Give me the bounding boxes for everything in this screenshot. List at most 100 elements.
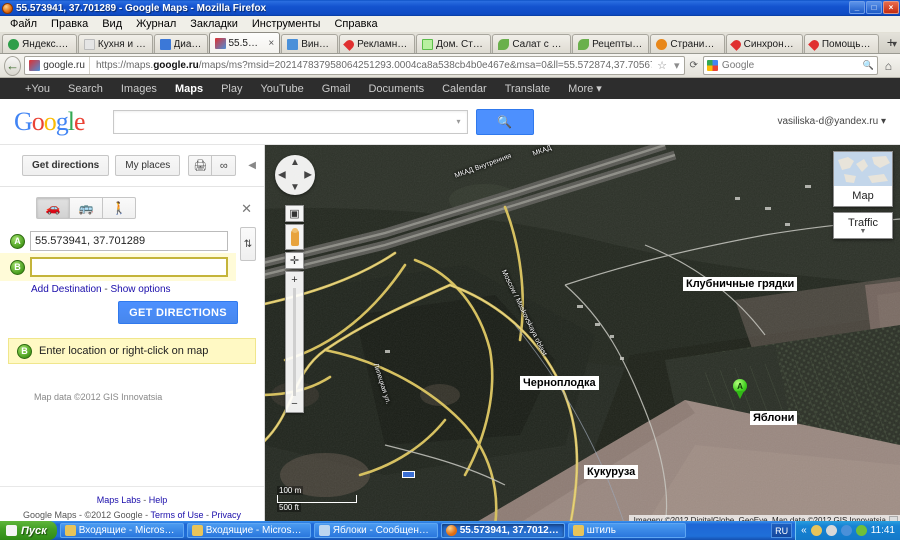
pan-right-icon[interactable]: ▶ (304, 170, 312, 181)
zoom-slider-track[interactable] (286, 288, 303, 396)
pegman-street-view-icon[interactable] (285, 224, 304, 250)
my-places-button[interactable]: My places (115, 155, 181, 176)
back-button[interactable]: ← (4, 55, 22, 76)
menu-item-bookmarks[interactable]: Закладки (184, 17, 244, 31)
taskbar-item-message[interactable]: Яблоки - Сообщение (H... (313, 523, 438, 538)
map-marker-a[interactable]: A (733, 379, 747, 399)
zoom-locate-button[interactable]: ✛ (285, 252, 304, 269)
pan-left-icon[interactable]: ◀ (278, 170, 286, 181)
gbar-calendar[interactable]: Calendar (433, 83, 496, 95)
tray-icon-2[interactable] (825, 525, 837, 536)
gbar-search[interactable]: Search (59, 83, 112, 95)
tray-icon-4[interactable] (855, 525, 867, 536)
collapse-panel-icon[interactable]: ◀ (248, 160, 256, 171)
language-indicator[interactable]: RU (771, 523, 793, 538)
maps-search-input[interactable]: ▾ (112, 109, 468, 134)
travel-mode-walking[interactable]: 🚶 (102, 197, 136, 219)
get-directions-cta-button[interactable]: GET DIRECTIONS (118, 301, 238, 324)
tab-salad-salmon[interactable]: Салат с лосо... (492, 34, 572, 53)
account-menu[interactable]: vasiliska-d@yandex.ru ▾ (777, 116, 886, 127)
maximize-button[interactable]: □ (866, 1, 882, 14)
tab-pages[interactable]: Страницы - ... (650, 34, 725, 53)
menu-item-edit[interactable]: Правка (45, 17, 94, 31)
search-icon[interactable]: 🔍 (863, 60, 874, 71)
get-directions-button[interactable]: Get directions (22, 155, 110, 176)
origin-input[interactable]: 55.573941, 37.701289 (30, 231, 228, 251)
tab-dialogs[interactable]: Диалоги (153, 34, 208, 53)
gbar-gmail[interactable]: Gmail (313, 83, 360, 95)
zoom-in-button[interactable]: + (286, 272, 303, 288)
reload-icon[interactable]: ⟳ (688, 60, 700, 71)
destination-input[interactable] (30, 257, 228, 277)
map-canvas[interactable]: МКАД Внутренняя МКАД Липецкая ул. Moscow… (265, 145, 900, 526)
address-bar[interactable]: google.ru https://maps.google.ru/maps/ms… (24, 56, 685, 75)
minimize-button[interactable]: _ (849, 1, 865, 14)
taskbar-item-outlook-1[interactable]: Входящие - Microsoft O... (59, 523, 184, 538)
gbar-more[interactable]: More ▾ (559, 82, 611, 95)
terms-of-use-link[interactable]: Terms of Use (151, 510, 204, 520)
traffic-button[interactable]: Traffic ▼ (833, 212, 893, 239)
tab-ad-campaigns[interactable]: Рекламные к... (339, 34, 416, 53)
pan-up-icon[interactable]: ▲ (290, 157, 300, 168)
tab-yandex-maps[interactable]: Яндекс.Карты (2, 34, 77, 53)
chevron-down-icon[interactable]: ▼ (860, 228, 867, 235)
bookmark-star-icon[interactable]: ☆ (655, 59, 669, 72)
taskbar-item-outlook-2[interactable]: Входящие - Microsoft O... (186, 523, 311, 538)
menu-item-history[interactable]: Журнал (130, 17, 182, 31)
site-identity-chip[interactable]: google.ru (27, 57, 90, 74)
gbar-play[interactable]: Play (212, 83, 251, 95)
clock[interactable]: 11:41 (871, 525, 895, 536)
add-destination-link[interactable]: Add Destination (31, 284, 102, 295)
close-button[interactable]: × (883, 1, 899, 14)
menu-item-tools[interactable]: Инструменты (246, 17, 327, 31)
taskbar-item-firefox-active[interactable]: 55.573941, 37.70128... (440, 523, 565, 538)
gbar-translate[interactable]: Translate (496, 83, 559, 95)
tab-home-build[interactable]: Дом. Строит... (416, 34, 492, 53)
list-all-tabs-button[interactable]: ▾ (892, 39, 897, 50)
show-options-link[interactable]: Show options (111, 284, 171, 295)
tray-expand-icon[interactable]: « (801, 525, 807, 536)
taskbar-item-shtil[interactable]: штиль (567, 523, 686, 538)
start-button[interactable]: Пуск (0, 521, 57, 540)
home-icon[interactable]: ⌂ (881, 57, 896, 75)
gbar-documents[interactable]: Documents (359, 83, 433, 95)
link-icon[interactable]: ∞ (212, 155, 237, 176)
close-directions-icon[interactable]: ✕ (241, 201, 252, 217)
travel-mode-driving[interactable]: 🚗 (36, 197, 70, 219)
search-bar[interactable]: Google 🔍 (702, 56, 878, 75)
menu-item-file[interactable]: Файл (4, 17, 43, 31)
zoom-world-button[interactable]: ▣ (285, 205, 304, 222)
tab-google-maps-active[interactable]: 55.57394... × (208, 32, 281, 53)
tab-kitchen[interactable]: Кухня и дом... (77, 34, 153, 53)
print-icon[interactable]: 🖨 (188, 155, 213, 176)
menu-item-help[interactable]: Справка (328, 17, 383, 31)
tab-sync[interactable]: Синхронизац... (725, 34, 803, 53)
tray-icon-1[interactable] (810, 525, 822, 536)
zoom-slider[interactable]: + − (285, 271, 304, 413)
gbar-plus-you[interactable]: +You (16, 83, 59, 95)
gbar-youtube[interactable]: YouTube (251, 83, 312, 95)
tab-adf-help[interactable]: Помощь AdF... (803, 34, 879, 53)
tab-recipes[interactable]: Рецепты при... (572, 34, 650, 53)
pan-down-icon[interactable]: ▼ (290, 182, 300, 193)
gbar-images[interactable]: Images (112, 83, 166, 95)
privacy-link[interactable]: Privacy (212, 510, 242, 520)
tab-close-icon[interactable]: × (268, 38, 274, 49)
zoom-out-button[interactable]: − (286, 396, 303, 412)
search-input[interactable]: Google (722, 60, 859, 71)
menu-item-view[interactable]: Вид (96, 17, 128, 31)
gbar-maps[interactable]: Maps (166, 83, 212, 95)
maps-labs-link[interactable]: Maps Labs (97, 495, 141, 505)
pan-control[interactable]: ▲ ▼ ◀ ▶ (275, 155, 315, 195)
help-link[interactable]: Help (149, 495, 168, 505)
chevron-down-icon[interactable]: ▾ (457, 117, 461, 126)
tray-icon-3[interactable] (840, 525, 852, 536)
new-tab-button[interactable]: + (882, 34, 900, 52)
swap-waypoints-button[interactable]: ⇅ (240, 227, 256, 261)
maps-search-button[interactable]: 🔍 (475, 108, 534, 135)
tab-vinegret[interactable]: Винегрет (281, 34, 339, 53)
chevron-down-icon[interactable]: ▾ (672, 59, 682, 72)
travel-mode-transit[interactable]: 🚌 (69, 197, 103, 219)
map-type-button[interactable]: Map (833, 151, 893, 207)
google-logo[interactable]: Google (14, 107, 86, 137)
